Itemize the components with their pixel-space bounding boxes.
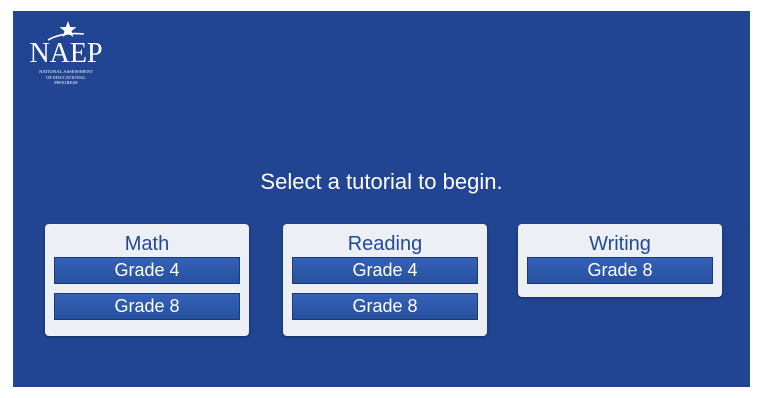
math-tutorial-card: Math Grade 4 Grade 8 — [45, 224, 249, 336]
reading-tutorial-card: Reading Grade 4 Grade 8 — [283, 224, 487, 336]
reading-grade-8-button[interactable]: Grade 8 — [292, 293, 478, 320]
logo-wordmark: NAEP — [29, 38, 103, 69]
logo-subtitle: NATIONAL ASSESSMENT OF EDUCATIONAL PROGR… — [26, 69, 106, 86]
math-grade-4-button[interactable]: Grade 4 — [54, 257, 240, 284]
naep-logo: NAEP NATIONAL ASSESSMENT OF EDUCATIONAL … — [26, 19, 106, 86]
logo-subtitle-line: PROGRESS — [54, 80, 78, 85]
card-title-writing: Writing — [589, 233, 651, 255]
instruction-heading: Select a tutorial to begin. — [260, 169, 503, 194]
writing-grade-8-button[interactable]: Grade 8 — [527, 257, 713, 284]
reading-grade-4-button[interactable]: Grade 4 — [292, 257, 478, 284]
card-title-reading: Reading — [347, 233, 423, 255]
tutorial-selection-screen: NAEP NATIONAL ASSESSMENT OF EDUCATIONAL … — [13, 11, 750, 387]
math-grade-8-button[interactable]: Grade 8 — [54, 293, 240, 320]
card-title-math: Math — [124, 233, 170, 255]
writing-tutorial-card: Writing Grade 8 — [518, 224, 722, 297]
